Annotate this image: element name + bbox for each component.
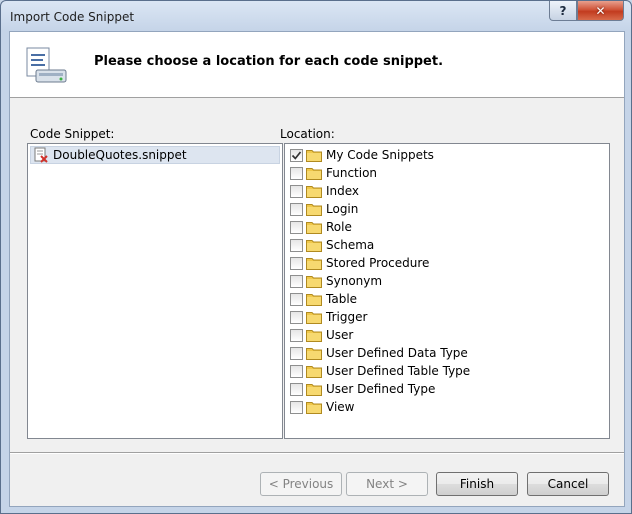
- location-name: Login: [326, 202, 359, 216]
- folder-icon: [306, 330, 322, 342]
- location-name: Synonym: [326, 274, 383, 288]
- folder-icon: [306, 312, 322, 324]
- location-item[interactable]: Table: [290, 290, 357, 308]
- location-name: Stored Procedure: [326, 256, 430, 270]
- wizard-header: Please choose a location for each code s…: [10, 32, 624, 98]
- location-checkbox[interactable]: [290, 364, 303, 378]
- location-label: Location:: [280, 127, 335, 141]
- folder-icon: [306, 168, 322, 180]
- folder-icon: [306, 222, 322, 234]
- location-item[interactable]: Stored Procedure: [290, 254, 429, 272]
- snippet-file-icon: [34, 147, 48, 163]
- location-checkbox[interactable]: [290, 202, 303, 216]
- folder-icon: [306, 366, 322, 378]
- folder-icon: [306, 276, 322, 288]
- location-name: Trigger: [326, 310, 368, 324]
- instruction-text: Please choose a location for each code s…: [94, 54, 444, 69]
- folder-icon: [306, 348, 322, 360]
- location-item[interactable]: User Defined Type: [290, 380, 435, 398]
- location-checkbox[interactable]: [290, 148, 303, 162]
- location-checkbox[interactable]: [290, 292, 303, 306]
- finish-button[interactable]: Finish: [436, 472, 518, 496]
- close-icon: ✕: [595, 3, 606, 18]
- dialog-body: Please choose a location for each code s…: [9, 31, 625, 507]
- folder-icon: [306, 150, 322, 162]
- location-name: Schema: [326, 238, 375, 252]
- location-checkbox[interactable]: [290, 220, 303, 234]
- folder-icon: [306, 240, 322, 252]
- snippet-file-name: DoubleQuotes.snippet: [53, 148, 187, 162]
- location-item[interactable]: User: [290, 326, 353, 344]
- location-checkbox[interactable]: [290, 274, 303, 288]
- location-name: Function: [326, 166, 378, 180]
- location-checkbox[interactable]: [290, 256, 303, 270]
- location-item[interactable]: Login: [290, 200, 358, 218]
- location-checkbox[interactable]: [290, 238, 303, 252]
- folder-icon: [306, 204, 322, 216]
- folder-icon: [306, 402, 322, 414]
- location-item[interactable]: Role: [290, 218, 352, 236]
- folder-icon: [306, 186, 322, 198]
- location-name: My Code Snippets: [326, 148, 434, 162]
- location-item[interactable]: Synonym: [290, 272, 382, 290]
- help-button[interactable]: ?: [549, 1, 577, 21]
- location-name: User Defined Type: [326, 382, 436, 396]
- location-checkbox[interactable]: [290, 400, 303, 414]
- code-snippet-list[interactable]: DoubleQuotes.snippet: [27, 143, 283, 439]
- dialog-window: Import Code Snippet ? ✕ Please choose a …: [0, 0, 632, 514]
- import-snippet-icon: [26, 47, 67, 83]
- location-checkbox[interactable]: [290, 184, 303, 198]
- location-name: User Defined Data Type: [326, 346, 468, 360]
- location-checkbox[interactable]: [290, 310, 303, 324]
- location-item[interactable]: Trigger: [290, 308, 367, 326]
- button-separator: [10, 452, 624, 454]
- location-checkbox[interactable]: [290, 346, 303, 360]
- location-checkbox[interactable]: [290, 382, 303, 396]
- previous-button[interactable]: < Previous: [260, 472, 342, 496]
- location-item[interactable]: View: [290, 398, 354, 416]
- code-snippet-label: Code Snippet:: [30, 127, 115, 141]
- close-button[interactable]: ✕: [577, 1, 624, 21]
- folder-icon: [306, 294, 322, 306]
- location-name: View: [326, 400, 355, 414]
- snippet-list-item[interactable]: DoubleQuotes.snippet: [30, 146, 280, 164]
- location-name: User Defined Table Type: [326, 364, 471, 378]
- title-bar[interactable]: Import Code Snippet ? ✕: [1, 1, 631, 31]
- folder-icon: [306, 258, 322, 270]
- help-icon: ?: [559, 3, 567, 18]
- location-checkbox[interactable]: [290, 166, 303, 180]
- location-item[interactable]: Schema: [290, 236, 374, 254]
- location-item[interactable]: User Defined Data Type: [290, 344, 468, 362]
- checkmark-icon: [291, 150, 302, 160]
- cancel-button[interactable]: Cancel: [527, 472, 609, 496]
- location-list[interactable]: My Code Snippets Function Index Login Ro: [284, 143, 610, 439]
- folder-icon: [306, 384, 322, 396]
- location-checkbox[interactable]: [290, 328, 303, 342]
- location-name: Table: [326, 292, 358, 306]
- location-item[interactable]: My Code Snippets: [290, 146, 434, 164]
- location-item[interactable]: Function: [290, 164, 377, 182]
- location-item[interactable]: User Defined Table Type: [290, 362, 470, 380]
- location-name: User: [326, 328, 354, 342]
- window-title: Import Code Snippet: [10, 10, 135, 24]
- next-button[interactable]: Next >: [346, 472, 428, 496]
- location-item[interactable]: Index: [290, 182, 359, 200]
- location-name: Role: [326, 220, 352, 234]
- location-name: Index: [326, 184, 360, 198]
